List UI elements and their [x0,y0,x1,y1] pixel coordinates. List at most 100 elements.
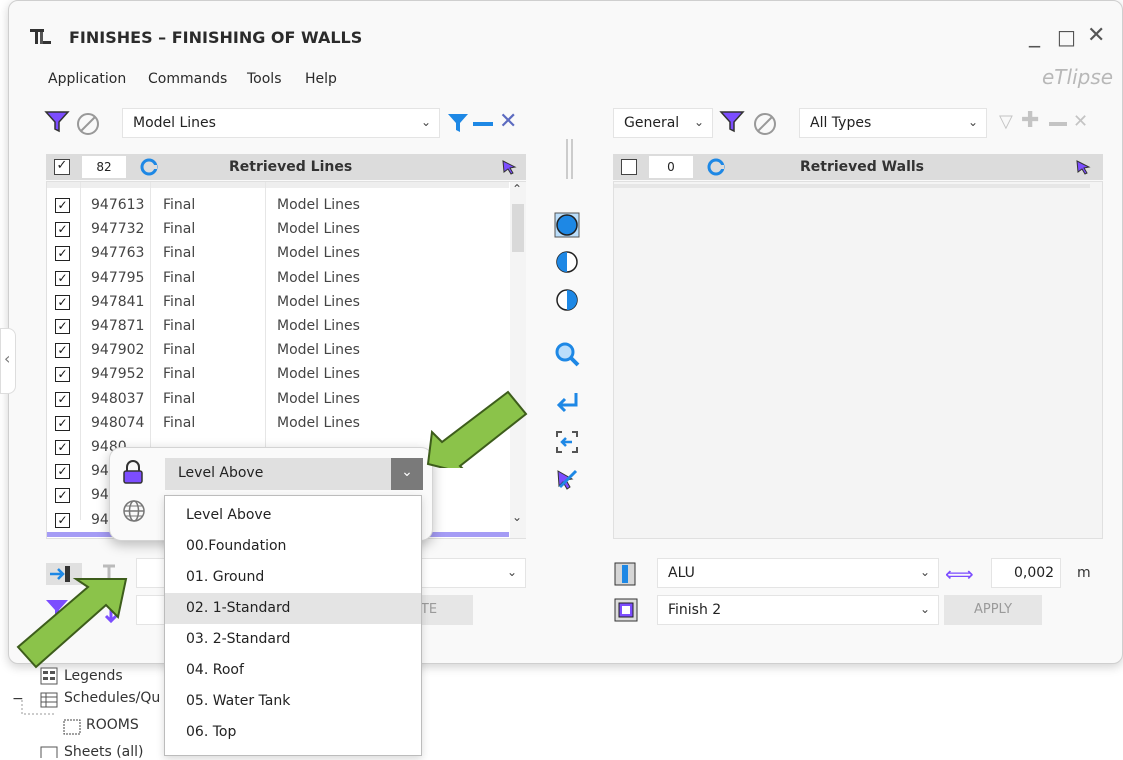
row-checkbox[interactable]: ✓ [55,440,70,455]
level-select-value: Level Above [178,465,264,481]
row-checkbox[interactable]: ✓ [55,319,70,334]
row-type: Model Lines [277,390,360,407]
zoom-icon[interactable] [554,341,580,367]
select-cursor-icon[interactable] [1075,159,1091,175]
scroll-thumb[interactable] [512,204,524,252]
tree-connector [21,700,54,715]
transfer-icon[interactable] [554,429,580,455]
divider [566,139,568,179]
refresh-icon[interactable] [707,158,725,176]
table-row[interactable]: ✓ 947732 Final Model Lines [47,218,509,242]
wall-type-value: All Types [810,115,872,131]
material-icon[interactable] [613,561,649,587]
material-combo[interactable]: ALU ⌄ [657,558,939,588]
element-type-combo[interactable]: Model Lines ⌄ [122,108,440,138]
level-option[interactable]: 05. Water Tank [165,686,421,717]
row-checkbox[interactable]: ✓ [55,488,70,504]
remove-filter-icon[interactable] [473,122,493,126]
return-arrow-icon[interactable] [554,389,580,415]
filter-icon[interactable] [44,109,74,133]
refresh-icon[interactable] [140,158,158,176]
chevron-down-icon[interactable]: ⌄ [391,458,423,490]
menu-commands[interactable]: Commands [148,71,227,87]
half-circle-right-icon[interactable] [554,287,580,313]
lock-icon[interactable] [122,460,144,484]
row-type: Model Lines [277,414,360,431]
select-all-checkbox[interactable]: ✓ [54,159,70,175]
table-row[interactable]: ✓ 947613 Final Model Lines [47,194,509,218]
row-id: 947613 [91,197,145,213]
level-option[interactable]: 04. Roof [165,655,421,686]
minimize-button[interactable]: _ [1029,23,1040,48]
table-row[interactable]: ✓ 947902 Final Model Lines [47,339,509,363]
remove-icon [1049,122,1067,126]
table-row[interactable]: ✓ 947841 Final Model Lines [47,291,509,315]
filter-add-icon[interactable] [446,111,472,135]
level-option-label: 01. Ground [186,569,265,585]
tree-item-sheets[interactable]: Sheets (all) [64,744,144,760]
select-all-circle-icon[interactable] [554,212,580,238]
level-option[interactable]: 02. 1-Standard [165,593,421,624]
row-checkbox[interactable]: ✓ [55,246,70,262]
table-row[interactable]: ✓ 947871 Final Model Lines [47,315,509,339]
clear-selection-icon[interactable] [554,467,580,493]
menu-help[interactable]: Help [305,71,337,87]
menu-application[interactable]: Application [48,71,126,87]
level-option[interactable]: 00.Foundation [165,531,421,562]
level-option-label: 02. 1-Standard [186,600,291,616]
level-select[interactable]: Level Above ⌄ [165,458,423,490]
offset-unit: m [1077,565,1091,581]
level-option[interactable]: 01. Ground [165,562,421,593]
table-row[interactable]: ✓ 947952 Final Model Lines [47,363,509,387]
retrieved-count: 0 [649,156,693,178]
row-id: 947795 [91,269,145,286]
level-option[interactable]: 06. Top [165,717,421,748]
maximize-button[interactable]: □ [1057,25,1076,49]
row-checkbox[interactable]: ✓ [55,391,70,407]
list-scrollbar[interactable]: ⌃ ⌄ [510,182,526,538]
table-row[interactable]: ✓ 947763 Final Model Lines [47,242,509,266]
select-all-checkbox[interactable] [621,159,637,175]
row-checkbox[interactable]: ✓ [55,294,70,310]
finish-icon[interactable] [613,597,649,623]
row-type: Model Lines [277,221,360,238]
wall-type-combo[interactable]: All Types ⌄ [799,108,987,138]
offset-input[interactable]: 0,002 [991,558,1061,588]
category-combo[interactable]: General ⌄ [613,108,713,138]
chevron-left-icon: ‹ [4,349,11,368]
tree-item-schedules[interactable]: Schedules/Qu [64,690,160,706]
row-checkbox[interactable]: ✓ [55,415,70,431]
row-status: Final [163,390,196,407]
table-row[interactable]: ✓ 947795 Final Model Lines [47,267,509,291]
row-checkbox[interactable]: ✓ [55,198,70,213]
list-column-header [614,184,1090,188]
row-checkbox[interactable]: ✓ [55,367,70,383]
row-checkbox[interactable]: ✓ [55,464,70,480]
row-id: 947763 [91,245,145,262]
divider [571,139,573,179]
apply-button[interactable]: APPLY [944,595,1042,625]
menu-tools[interactable]: Tools [247,71,282,87]
clear-filter-icon[interactable]: ✕ [499,109,517,134]
finish-combo[interactable]: Finish 2 ⌄ [657,595,939,625]
row-checkbox[interactable]: ✓ [55,512,70,528]
row-checkbox[interactable]: ✓ [55,222,70,238]
level-option[interactable]: Level Above [165,500,421,531]
row-checkbox[interactable]: ✓ [55,270,70,286]
no-filter-icon[interactable] [752,111,778,137]
scroll-up-icon[interactable]: ⌃ [512,182,522,196]
scroll-down-icon[interactable]: ⌄ [512,510,522,524]
select-cursor-icon[interactable] [501,159,517,175]
filter-icon[interactable] [719,109,749,133]
row-checkbox[interactable]: ✓ [55,343,70,359]
side-collapse-tab[interactable]: ‹ [0,328,16,394]
level-options-list: Level Above 00.Foundation 01. Ground 02. 1-… [164,495,422,756]
no-filter-icon[interactable] [75,111,101,137]
row-id: 947952 [91,366,145,383]
level-option[interactable]: 03. 2-Standard [165,624,421,655]
row-id: 947732 [91,221,145,238]
tree-item-rooms[interactable]: ROOMS [86,717,139,733]
close-button[interactable]: ✕ [1087,23,1105,48]
globe-icon[interactable] [122,499,146,523]
half-circle-left-icon[interactable] [554,249,580,275]
